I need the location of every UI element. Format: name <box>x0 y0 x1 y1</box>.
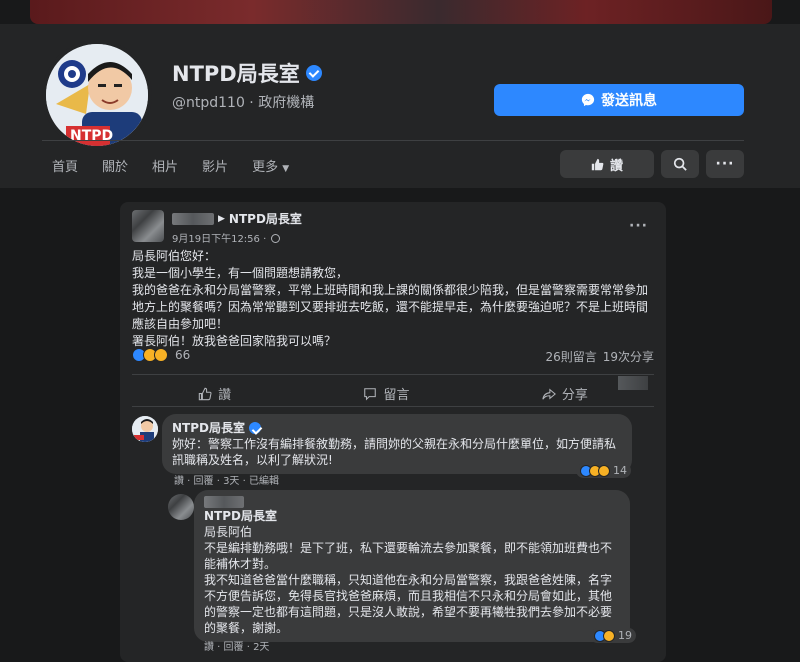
police-cartoon-avatar-icon <box>132 416 158 442</box>
post-header: ▶ NTPD局長室 9月19日下午12:56 · <box>132 210 302 245</box>
ellipsis-icon: ··· <box>629 218 648 234</box>
post-card: ▶ NTPD局長室 9月19日下午12:56 · ··· 局長阿伯您好： 我是一… <box>120 202 666 662</box>
blurred-avatar[interactable] <box>168 494 194 520</box>
thumbs-up-icon <box>198 387 212 400</box>
caret-down-icon: ▼ <box>282 164 290 174</box>
reply-line-1: 局長阿伯 <box>204 525 253 539</box>
send-message-label: 發送訊息 <box>601 93 657 109</box>
like-label: 讚 <box>218 388 232 403</box>
tab-home[interactable]: 首頁 <box>42 150 90 181</box>
thumbs-up-icon <box>591 158 604 170</box>
blurred-name <box>172 212 214 225</box>
tab-more-label: 更多 <box>252 160 279 175</box>
post-body: 局長阿伯您好： 我是一個小學生，有一個問題想請教您， 我的爸爸在永和分局當警察，… <box>132 248 658 350</box>
profile-header: NTPD NTPD局長室 @ntpd110 · 政府機構 發送訊息 首頁 關於 … <box>0 24 800 188</box>
more-options-button[interactable]: ··· <box>706 150 744 178</box>
page-subtitle: @ntpd110 · 政府機構 <box>172 95 315 111</box>
reaction-count: 66 <box>175 348 191 362</box>
search-button[interactable] <box>661 150 699 178</box>
post-timestamp[interactable]: 9月19日下午12:56 · <box>172 230 302 245</box>
like-page-button[interactable]: 讚 <box>560 150 654 178</box>
post-menu-button[interactable]: ··· <box>629 218 648 234</box>
comment-icon <box>364 387 377 401</box>
reply-reaction-count: 19 <box>618 629 632 642</box>
cover-photo[interactable] <box>30 0 772 24</box>
reply-first-line: NTPD局長室 <box>204 509 277 523</box>
post-actions: 讚 留言 分享 <box>132 380 654 407</box>
comment-reactions[interactable]: 14 <box>576 463 631 478</box>
comment-text: 妳好：警察工作沒有編排餐敘勤務，請問妳的父親在永和分局什麼單位，如方便請私訊職稱… <box>172 437 617 467</box>
reply-meta[interactable]: 讚 · 回覆 · 2天 <box>204 638 269 653</box>
reply-bubble: NTPD局長室 局長阿伯 不是編排勤務哦！是下了班，私下還要輪流去參加聚餐，即不… <box>194 490 630 642</box>
post-reactions[interactable]: 66 <box>132 348 190 362</box>
reply-line-2: 不是編排勤務哦！是下了班，私下還要輪流去參加聚餐，即不能領加班費也不能補休才對。 <box>204 541 613 571</box>
ellipsis-icon: ··· <box>715 156 735 172</box>
comment-reaction-count: 14 <box>613 464 627 477</box>
post-stats: 26則留言 19次分享 <box>545 348 654 365</box>
post-time-text: 9月19日下午12:56 · <box>172 234 267 245</box>
post-target-page: NTPD局長室 <box>228 212 302 226</box>
share-label: 分享 <box>561 388 588 403</box>
wow-reaction-icon <box>154 348 168 362</box>
header-divider <box>42 140 744 141</box>
comment-count[interactable]: 26則留言 <box>545 348 596 365</box>
post-author: ▶ NTPD局長室 9月19日下午12:56 · <box>172 210 302 245</box>
sad-reaction-icon <box>603 629 615 642</box>
wow-reaction-icon <box>598 464 610 477</box>
comment-bubble: NTPD局長室 妳好：警察工作沒有編排餐敘勤務，請問妳的父親在永和分局什麼單位，… <box>162 414 632 474</box>
page-avatar[interactable]: NTPD <box>42 40 152 150</box>
share-count[interactable]: 19次分享 <box>603 348 654 365</box>
verified-badge-icon <box>305 65 322 81</box>
arrow-right-icon: ▶ <box>218 213 225 224</box>
share-icon <box>542 388 556 400</box>
comment-button[interactable]: 留言 <box>353 380 419 407</box>
reply-reactions[interactable]: 19 <box>590 628 636 643</box>
tab-about[interactable]: 關於 <box>90 150 140 181</box>
comment-label: 留言 <box>383 388 410 403</box>
comment-author[interactable]: NTPD局長室 <box>172 420 622 436</box>
verified-badge-icon <box>249 422 261 434</box>
post-author-line[interactable]: ▶ NTPD局長室 <box>172 210 302 227</box>
blurred-avatar[interactable] <box>132 210 164 242</box>
send-message-button[interactable]: 發送訊息 <box>494 84 744 116</box>
post-divider <box>132 374 654 375</box>
globe-icon <box>271 234 281 243</box>
search-icon <box>673 157 687 171</box>
tab-more[interactable]: 更多 ▼ <box>240 150 301 181</box>
like-button[interactable]: 讚 <box>188 380 241 407</box>
tab-videos[interactable]: 影片 <box>190 150 240 181</box>
post-divider-bottom <box>132 406 654 407</box>
comment-avatar[interactable] <box>132 416 158 442</box>
reply-line-3: 我不知道爸爸當什麼職稱，只知道他在永和分局當警察，我跟爸爸姓陳，名字不方便告訴您… <box>204 573 613 635</box>
comment-author-name: NTPD局長室 <box>172 421 245 435</box>
post-line-3: 我的爸爸在永和分局當警察，平常上班時間和我上課的關係都很少陪我，但是當警察需要常… <box>132 283 649 331</box>
reply-author[interactable] <box>204 496 620 508</box>
like-page-label: 讚 <box>609 158 623 174</box>
messenger-icon <box>581 93 595 107</box>
post-line-2: 我是一個小學生，有一個問題想請教您， <box>132 266 349 280</box>
tab-photos[interactable]: 相片 <box>140 150 190 181</box>
blurred-sidebar-item <box>618 376 648 390</box>
page-title[interactable]: NTPD局長室 <box>172 58 322 88</box>
share-button[interactable]: 分享 <box>532 380 598 407</box>
comment-meta[interactable]: 讚 · 回覆 · 3天 · 已編輯 <box>174 472 279 487</box>
post-line-1: 局長阿伯您好： <box>132 249 217 263</box>
page-name-text: NTPD局長室 <box>172 62 300 86</box>
page-nav: 首頁 關於 相片 影片 更多 ▼ <box>42 150 301 181</box>
avatar-label: NTPD <box>70 128 114 144</box>
blurred-name <box>204 496 244 508</box>
